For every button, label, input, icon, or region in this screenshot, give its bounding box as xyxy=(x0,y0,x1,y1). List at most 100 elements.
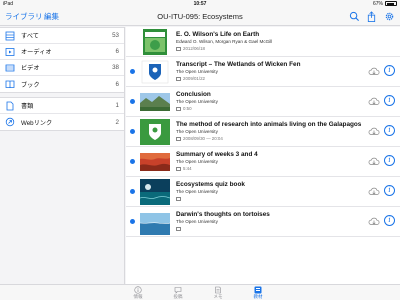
tab-label: 教材 xyxy=(253,294,263,299)
cloud-download-icon[interactable] xyxy=(368,156,380,166)
ou-logo-green-thumbnail xyxy=(140,119,170,145)
list-item[interactable]: Ecosystems quiz book The Open University… xyxy=(126,177,400,207)
info-button[interactable]: i xyxy=(384,65,395,76)
unread-indicator xyxy=(130,159,135,164)
book-cover-image xyxy=(143,29,167,55)
item-duration: 0:50 xyxy=(183,106,192,111)
cloud-download-icon[interactable] xyxy=(368,96,380,106)
video-icon xyxy=(176,166,181,171)
cloud-download-icon[interactable] xyxy=(368,126,380,136)
sidebar-item-count: 1 xyxy=(115,102,119,109)
item-date: 2009/01/22 xyxy=(183,76,205,81)
item-title: E. O. Wilson's Life on Earth xyxy=(176,31,260,38)
sidebar-item-book[interactable]: ブック 6 xyxy=(0,76,124,92)
item-title: Ecosystems quiz book xyxy=(176,181,245,188)
item-subtitle: The Open University xyxy=(176,129,218,134)
book-icon xyxy=(5,80,15,89)
info-icon xyxy=(134,286,142,294)
gear-icon[interactable] xyxy=(384,11,395,22)
cloud-download-icon[interactable] xyxy=(368,66,380,76)
post-icon xyxy=(174,287,182,294)
tab-materials[interactable]: 教材 xyxy=(238,286,278,299)
battery-icon xyxy=(385,1,397,7)
ou-logo-thumbnail xyxy=(140,59,170,85)
audio-icon xyxy=(176,136,181,141)
unread-indicator xyxy=(130,189,135,194)
battery-indicator: 67% xyxy=(373,0,397,8)
book-icon xyxy=(176,46,181,51)
open-university-logo xyxy=(140,59,170,85)
sidebar-item-label: 書類 xyxy=(21,103,34,110)
web-link-icon xyxy=(5,117,15,127)
ocean-thumbnail xyxy=(140,179,170,205)
item-subtitle: The Open University xyxy=(176,219,218,224)
info-button[interactable]: i xyxy=(384,215,395,226)
item-meta: 2008/09/30 — 20:04 xyxy=(176,136,223,141)
list-item[interactable]: E. O. Wilson's Life on Earth Edward O. W… xyxy=(126,27,400,57)
tab-post[interactable]: 投稿 xyxy=(158,286,198,299)
info-button[interactable]: i xyxy=(384,95,395,106)
sea-thumbnail xyxy=(140,209,170,235)
item-subtitle: Edward O. Wilson, Morgan Ryan & Gael McG… xyxy=(176,39,273,44)
document-icon xyxy=(6,101,14,110)
tab-bar: 情報 投稿 メモ 教材 xyxy=(0,284,400,300)
item-meta: 5:44 xyxy=(176,166,192,171)
list-item[interactable]: The method of research into animals livi… xyxy=(126,117,400,147)
info-button[interactable]: i xyxy=(384,185,395,196)
ocean-image xyxy=(140,179,170,205)
sidebar-item-web-links[interactable]: Webリンク 2 xyxy=(0,114,124,130)
info-button[interactable]: i xyxy=(384,155,395,166)
tab-info[interactable]: 情報 xyxy=(118,286,158,299)
item-duration: 5:44 xyxy=(183,166,192,171)
item-title: The method of research into animals livi… xyxy=(176,121,362,128)
sidebar-media-group: すべて 53 オーディオ 6 ビデオ 38 ブック 6 xyxy=(0,27,124,93)
sidebar-item-audio[interactable]: オーディオ 6 xyxy=(0,44,124,60)
item-title: Conclusion xyxy=(176,91,211,98)
item-meta: 2012/06/18 xyxy=(176,46,205,51)
info-button[interactable]: i xyxy=(384,125,395,136)
sidebar-item-video[interactable]: ビデオ 38 xyxy=(0,60,124,76)
unread-indicator xyxy=(130,129,135,134)
tab-label: 投稿 xyxy=(173,294,183,299)
sidebar-item-label: ビデオ xyxy=(21,65,40,72)
item-meta xyxy=(176,196,183,201)
item-date: 2008/09/30 — 20:04 xyxy=(183,136,223,141)
sea-image xyxy=(140,213,170,235)
sidebar-other-group: 書類 1 Webリンク 2 xyxy=(0,97,124,131)
sidebar-item-documents[interactable]: 書類 1 xyxy=(0,98,124,114)
all-items-icon xyxy=(5,31,15,40)
video-icon xyxy=(176,226,181,231)
red-rock-image xyxy=(140,153,170,171)
audio-icon xyxy=(5,47,15,56)
sidebar-item-label: ブック xyxy=(21,81,40,89)
list-item[interactable]: Darwin's thoughts on tortoises The Open … xyxy=(126,207,400,237)
red-rock-thumbnail xyxy=(140,149,170,175)
cloud-download-icon[interactable] xyxy=(368,216,380,226)
list-item[interactable]: Conclusion The Open University 0:50 i xyxy=(126,87,400,117)
sidebar-item-label: オーディオ xyxy=(21,49,52,56)
tab-notes[interactable]: メモ xyxy=(198,286,238,299)
item-subtitle: The Open University xyxy=(176,189,218,194)
sidebar: すべて 53 オーディオ 6 ビデオ 38 ブック 6 書類 1 Webリンク … xyxy=(0,27,125,284)
tab-label: 情報 xyxy=(133,294,143,299)
item-title: Darwin's thoughts on tortoises xyxy=(176,211,270,218)
unread-indicator xyxy=(130,219,135,224)
book-icon xyxy=(176,196,181,201)
sidebar-item-count: 38 xyxy=(112,64,119,71)
item-date: 2012/06/18 xyxy=(183,46,205,51)
share-icon[interactable] xyxy=(366,11,377,22)
sidebar-item-count: 6 xyxy=(115,80,119,88)
item-meta: 2009/01/22 xyxy=(176,76,205,81)
sidebar-item-count: 6 xyxy=(115,48,119,55)
item-subtitle: The Open University xyxy=(176,99,218,104)
search-icon[interactable] xyxy=(349,11,360,22)
list-item[interactable]: Summary of weeks 3 and 4 The Open Univer… xyxy=(126,147,400,177)
cloud-download-icon[interactable] xyxy=(368,186,380,196)
item-title: Transcript – The Wetlands of Wicken Fen xyxy=(176,61,301,68)
item-subtitle: The Open University xyxy=(176,159,218,164)
sidebar-item-count: 53 xyxy=(112,32,119,39)
navigation-bar: ライブラリ 編集 OU-ITU-095: Ecosystems xyxy=(0,8,400,26)
materials-icon xyxy=(254,286,262,294)
list-item[interactable]: Transcript – The Wetlands of Wicken Fen … xyxy=(126,57,400,87)
sidebar-item-all[interactable]: すべて 53 xyxy=(0,28,124,44)
